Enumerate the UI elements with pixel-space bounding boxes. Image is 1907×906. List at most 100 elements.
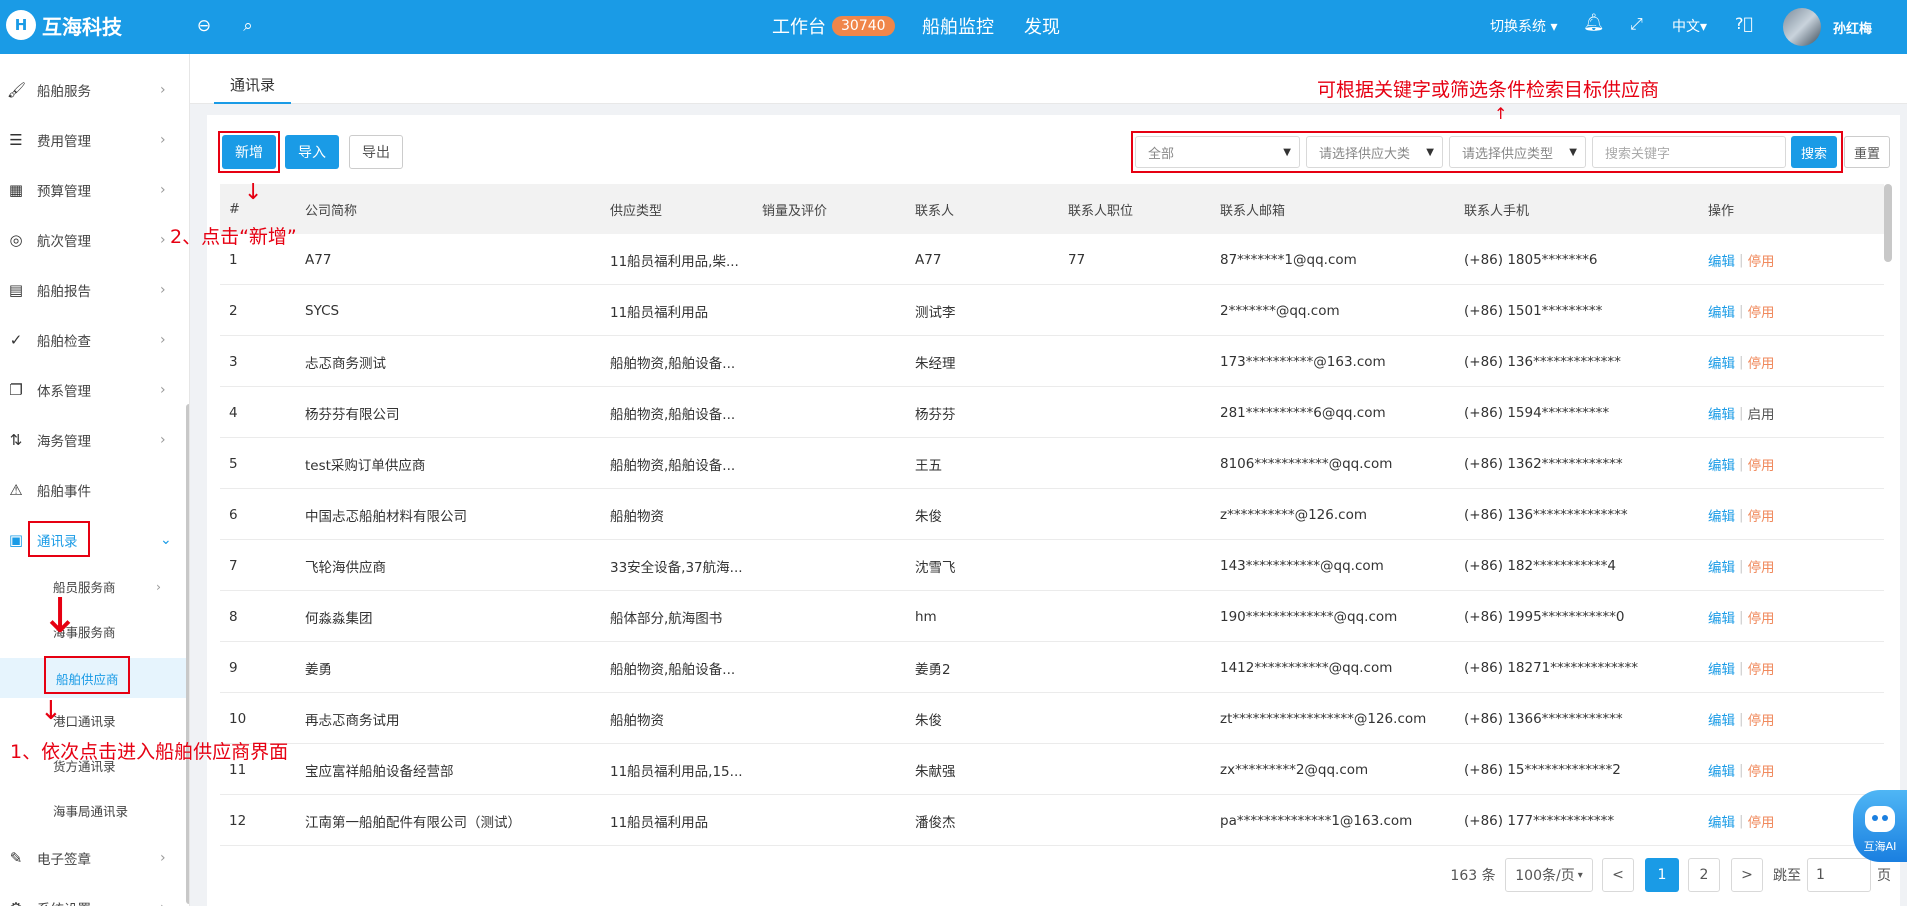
export-button[interactable]: 导出 <box>349 135 403 169</box>
brand-logo[interactable]: H 互海科技 <box>6 10 122 40</box>
sidebar-scrollbar[interactable] <box>186 404 189 904</box>
sidebar-item-budget[interactable]: ▦ 预算管理 › <box>0 170 188 210</box>
sidebar-sub-msa-contacts[interactable]: 海事局通讯录 <box>0 792 188 828</box>
logo-icon: H <box>6 10 36 40</box>
fullscreen-icon[interactable]: ⤢ <box>1630 14 1643 34</box>
search-icon[interactable]: ⌕ <box>236 14 260 38</box>
chevron-down-icon: ⌄ <box>160 532 172 548</box>
language-dropdown[interactable]: 中文▾ <box>1672 16 1707 36</box>
divider: | <box>1739 761 1744 778</box>
chevron-right-icon: › <box>160 382 166 398</box>
cell-index: 6 <box>229 506 238 523</box>
next-page-button[interactable]: > <box>1731 858 1763 892</box>
edit-link[interactable]: 编辑 <box>1708 403 1735 423</box>
sidebar-item-label: 海务管理 <box>37 434 91 450</box>
cell-phone: (+86) 1594********** <box>1464 404 1610 421</box>
nav-ship-monitor[interactable]: 船舶监控 <box>922 13 994 39</box>
sidebar-item-marine[interactable]: ⇅ 海务管理 › <box>0 420 188 460</box>
disable-link[interactable]: 停用 <box>1748 760 1775 780</box>
disable-link[interactable]: 停用 <box>1748 607 1775 627</box>
edit-link[interactable]: 编辑 <box>1708 352 1735 372</box>
page-2-button[interactable]: 2 <box>1688 858 1720 892</box>
cell-contact: 测试李 <box>915 304 956 321</box>
calendar-icon: ▤ <box>8 281 24 299</box>
cell-email: 2*******@qq.com <box>1220 302 1340 319</box>
edit-link[interactable]: 编辑 <box>1708 709 1735 729</box>
divider: | <box>1739 812 1744 829</box>
table-scrollbar[interactable] <box>1884 184 1892 262</box>
edit-link[interactable]: 编辑 <box>1708 760 1735 780</box>
cell-email: 281**********6@qq.com <box>1220 404 1386 421</box>
disable-link[interactable]: 停用 <box>1748 454 1775 474</box>
page-1-button[interactable]: 1 <box>1645 858 1679 892</box>
sidebar-item-expense[interactable]: ☰ 费用管理 › <box>0 120 188 160</box>
cell-company: 再忐忑商务试用 <box>305 712 400 729</box>
cell-contact: 朱献强 <box>915 763 956 780</box>
edit-link[interactable]: 编辑 <box>1708 454 1735 474</box>
sidebar-item-ship-service[interactable]: 🖌 船舶服务 › <box>0 70 188 110</box>
sidebar-item-ship-report[interactable]: ▤ 船舶报告 › <box>0 270 188 310</box>
back-icon[interactable]: ⊖ <box>192 14 216 38</box>
ai-assistant-button[interactable]: 互海AI <box>1853 790 1907 862</box>
sidebar-item-label: 预算管理 <box>37 184 91 200</box>
prev-page-button[interactable]: < <box>1602 858 1634 892</box>
col-actions: 操作 <box>1708 203 1735 219</box>
sidebar: 🖌 船舶服务 › ☰ 费用管理 › ▦ 预算管理 › ◎ 航次管理 › ▤ 船舶报告 › ✓ 船舶检查… <box>0 54 190 906</box>
cell-supply-type: 33安全设备,37航海... <box>610 559 743 576</box>
sidebar-sub-crew-service[interactable]: 船员服务商 › <box>0 568 188 604</box>
table-row: 4 杨芬芬有限公司 船舶物资,船舶设备... 杨芬芬 281**********6@qq… <box>220 387 1884 438</box>
cell-contact: 姜勇2 <box>915 661 951 678</box>
tab-contacts[interactable]: 通讯录 <box>214 66 292 104</box>
page-size-select[interactable]: 100条/页 ▾ <box>1505 858 1593 892</box>
edit-link[interactable]: 编辑 <box>1708 505 1735 525</box>
sidebar-item-voyage[interactable]: ◎ 航次管理 › <box>0 220 188 260</box>
enable-link[interactable]: 启用 <box>1748 403 1775 423</box>
cell-supply-type: 船舶物资 <box>610 508 664 525</box>
nav-workbench[interactable]: 工作台 30740 <box>772 13 895 39</box>
sidebar-item-system-mgmt[interactable]: ❐ 体系管理 › <box>0 370 188 410</box>
sidebar-sub-label: 海事局通讯录 <box>53 803 129 819</box>
import-button[interactable]: 导入 <box>285 135 339 169</box>
cell-sales <box>762 438 912 489</box>
edit-link[interactable]: 编辑 <box>1708 607 1735 627</box>
sidebar-item-settings[interactable]: ⚙ 系统设置 › <box>0 888 188 906</box>
sidebar-item-ship-inspection[interactable]: ✓ 船舶检查 › <box>0 320 188 360</box>
cell-actions: 编辑 | 停用 <box>1708 693 1828 744</box>
sidebar-sub-port-contacts[interactable]: 港口通讯录 <box>0 702 188 738</box>
cell-index: 9 <box>229 659 238 676</box>
cell-company: SYCS <box>305 302 340 319</box>
cell-email: 8106***********@qq.com <box>1220 455 1393 472</box>
cell-contact: 朱俊 <box>915 712 942 729</box>
bell-icon[interactable]: 🔔︎ <box>1583 13 1605 33</box>
user-avatar[interactable] <box>1783 8 1821 46</box>
nav-discover[interactable]: 发现 <box>1024 13 1060 39</box>
disable-link[interactable]: 停用 <box>1748 505 1775 525</box>
edit-link[interactable]: 编辑 <box>1708 301 1735 321</box>
disable-link[interactable]: 停用 <box>1748 556 1775 576</box>
reset-button[interactable]: 重置 <box>1844 136 1890 168</box>
table-row: 1 A77 11船员福利用品,柴... A77 77 87*******1@qq.com(… <box>220 234 1884 285</box>
sidebar-item-e-signature[interactable]: ✎ 电子签章 › <box>0 838 188 878</box>
ai-assistant-label: 互海AI <box>1863 840 1897 853</box>
col-sales: 销量及评价 <box>762 203 828 219</box>
chevron-right-icon: › <box>156 578 161 594</box>
table-row: 3 忐忑商务测试 船舶物资,船舶设备... 朱经理 173**********@163.… <box>220 336 1884 387</box>
disable-link[interactable]: 停用 <box>1748 301 1775 321</box>
goto-page-input[interactable]: 1 <box>1807 858 1871 892</box>
top-header: H 互海科技 ⊖ ⌕ 工作台 30740 船舶监控 发现 切换系统 ▾ 🔔︎ ⤢… <box>0 0 1907 54</box>
disable-link[interactable]: 停用 <box>1748 709 1775 729</box>
edit-link[interactable]: 编辑 <box>1708 556 1735 576</box>
disable-link[interactable]: 停用 <box>1748 352 1775 372</box>
edit-link[interactable]: 编辑 <box>1708 811 1735 831</box>
edit-link[interactable]: 编辑 <box>1708 658 1735 678</box>
cell-email: 87*******1@qq.com <box>1220 251 1357 268</box>
sidebar-sub-maritime-service[interactable]: 海事服务商 <box>0 613 188 649</box>
sidebar-item-ship-event[interactable]: ⚠ 船舶事件 <box>0 470 188 510</box>
user-name[interactable]: 孙红梅 <box>1833 18 1872 37</box>
switch-system-dropdown[interactable]: 切换系统 ▾ <box>1490 16 1557 36</box>
edit-link[interactable]: 编辑 <box>1708 250 1735 270</box>
disable-link[interactable]: 停用 <box>1748 811 1775 831</box>
disable-link[interactable]: 停用 <box>1748 250 1775 270</box>
help-icon[interactable]: ?⃝ <box>1735 14 1753 33</box>
disable-link[interactable]: 停用 <box>1748 658 1775 678</box>
